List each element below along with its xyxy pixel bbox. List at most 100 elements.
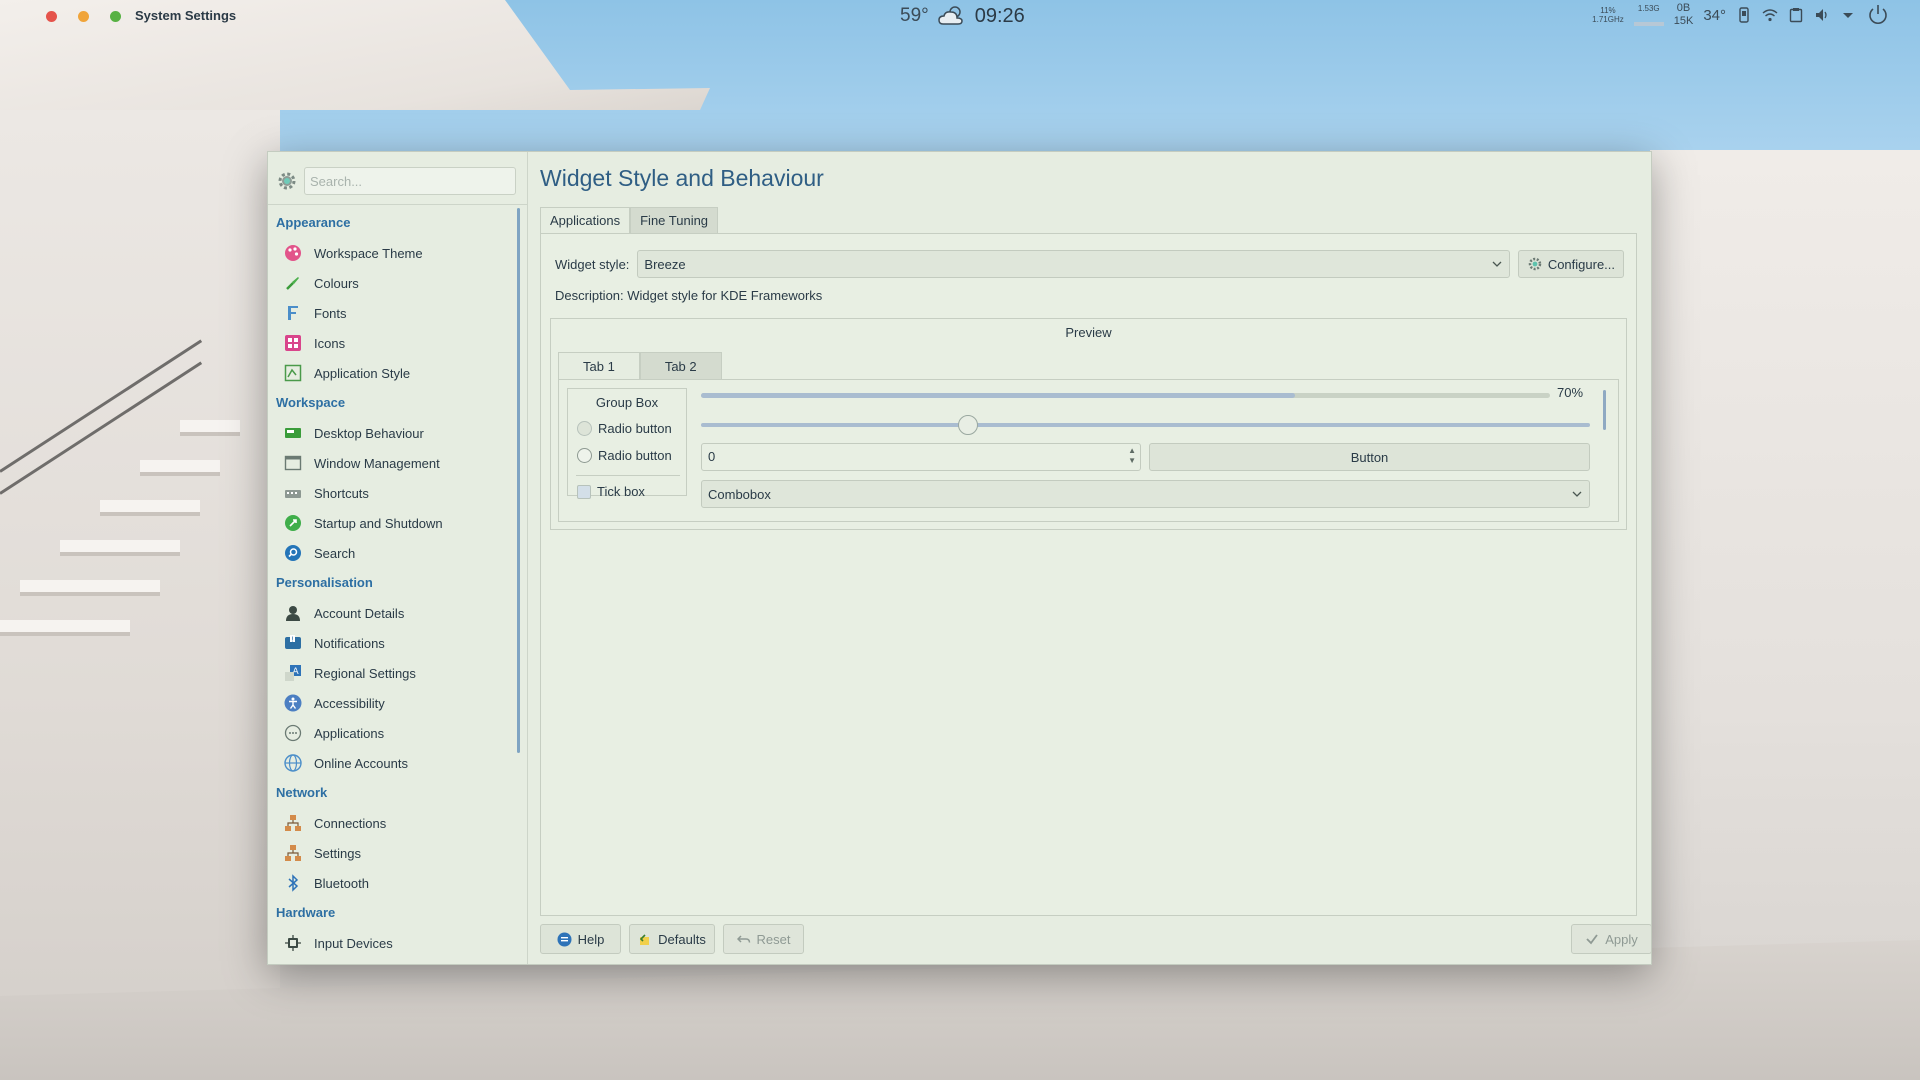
search-icon — [284, 544, 302, 562]
apply-button[interactable]: Apply — [1571, 924, 1652, 954]
configure-button[interactable]: Configure... — [1518, 250, 1625, 278]
sidebar-item-desktop-behaviour[interactable]: Desktop Behaviour — [276, 418, 512, 448]
sidebar-item-settings[interactable]: Settings — [276, 838, 512, 868]
system-settings-window: Appearance Workspace Theme Colours Fonts Ico… — [267, 151, 1652, 965]
sidebar-item-workspace-theme[interactable]: Workspace Theme — [276, 238, 512, 268]
chevron-down-icon[interactable] — [1840, 7, 1856, 23]
wallpaper-step — [0, 620, 130, 632]
sidebar-item-colours[interactable]: Colours — [276, 268, 512, 298]
sidebar-item-online-accounts[interactable]: Online Accounts — [276, 748, 512, 778]
reset-button[interactable]: Reset — [723, 924, 804, 954]
sidebar-item-label: Applications — [314, 725, 385, 741]
sidebar-item-window-management[interactable]: Window Management — [276, 448, 512, 478]
applications-tab-panel: Widget style: Breeze Configure... Descri… — [540, 233, 1637, 916]
sidebar-category-appearance: Appearance — [276, 215, 351, 230]
wallpaper-step — [180, 420, 240, 432]
sidebar-item-accessibility[interactable]: Accessibility — [276, 688, 512, 718]
preview-button-label: Button — [1350, 449, 1389, 465]
sidebar-item-notifications[interactable]: ! Notifications — [276, 628, 512, 658]
tab-bar: Applications Fine Tuning — [540, 207, 719, 233]
sidebar-item-account-details[interactable]: Account Details — [276, 598, 512, 628]
help-button[interactable]: Help — [540, 924, 621, 954]
preview-tab-panel: Group Box Radio button Radio button Tick… — [558, 379, 1619, 522]
sidebar-item-search[interactable]: Search — [276, 538, 512, 568]
sidebar-category-hardware: Hardware — [276, 905, 336, 920]
widget-style-select[interactable]: Breeze — [637, 250, 1511, 278]
configure-label: Configure... — [1547, 256, 1616, 272]
account-icon — [284, 604, 302, 622]
tab-preview-2[interactable]: Tab 2 — [639, 352, 722, 379]
radio-row-2[interactable]: Radio button — [577, 448, 672, 463]
fonts-icon — [284, 304, 302, 322]
radio-row-1[interactable]: Radio button — [577, 421, 672, 436]
wallpaper-step — [20, 580, 160, 592]
preview-tab-bar: Tab 1 Tab 2 — [558, 352, 722, 379]
sidebar: Appearance Workspace Theme Colours Fonts Ico… — [268, 152, 528, 964]
cpu-monitor[interactable]: 11% 1.71GHz — [1592, 6, 1624, 24]
tick-box[interactable] — [577, 484, 591, 499]
gear-icon[interactable] — [276, 170, 298, 192]
sidebar-item-icons[interactable]: Icons — [276, 328, 512, 358]
sidebar-item-label: Fonts — [314, 305, 347, 321]
sidebar-item-label: Online Accounts — [314, 755, 408, 771]
search-input[interactable] — [304, 167, 516, 195]
apply-label: Apply — [1605, 931, 1638, 947]
tab-preview-1[interactable]: Tab 1 — [558, 352, 640, 379]
slider-handle[interactable] — [957, 415, 978, 435]
slider[interactable] — [701, 415, 1590, 435]
sidebar-item-bluetooth[interactable]: Bluetooth — [276, 868, 512, 898]
colours-icon — [284, 274, 302, 292]
sidebar-item-connections[interactable]: Connections — [276, 808, 512, 838]
sidebar-item-applications[interactable]: Applications — [276, 718, 512, 748]
spin-up-icon[interactable]: ▲ — [1128, 446, 1136, 456]
spinbox[interactable]: 0 ▲ ▼ — [701, 443, 1141, 471]
sidebar-item-label: Bluetooth — [314, 875, 369, 891]
tab-fine-tuning[interactable]: Fine Tuning — [630, 207, 719, 233]
memory-text: 1.53G — [1637, 4, 1660, 13]
tab-applications[interactable]: Applications — [540, 207, 631, 233]
dialog-button-bar: Help Defaults Reset Apply — [540, 924, 1652, 956]
clock-weather[interactable]: 59° 09:26 — [900, 4, 1025, 28]
sidebar-item-application-style[interactable]: Application Style — [276, 358, 512, 388]
sidebar-item-regional-settings[interactable]: A Regional Settings — [276, 658, 512, 688]
sidebar-item-fonts[interactable]: Fonts — [276, 298, 512, 328]
app-title: System Settings — [135, 8, 237, 23]
tick-box-row[interactable]: Tick box — [577, 484, 645, 499]
volume-icon[interactable] — [1814, 7, 1830, 23]
widget-style-row: Widget style: Breeze Configure... — [555, 250, 1625, 278]
sidebar-item-label: Icons — [314, 335, 346, 351]
application-style-icon — [284, 364, 302, 382]
help-icon — [557, 932, 572, 946]
minimize-window-dot[interactable] — [78, 11, 89, 22]
network-up-text: 0B — [1676, 2, 1691, 14]
cpu-temperature[interactable]: 34° — [1703, 7, 1726, 24]
radio-button-1[interactable] — [577, 421, 592, 436]
network-monitor[interactable]: 0B 15K — [1674, 2, 1694, 28]
memory-monitor[interactable]: 1.53G — [1633, 4, 1664, 26]
phone-icon[interactable] — [1736, 7, 1752, 23]
tick-box-label: Tick box — [597, 484, 645, 499]
power-icon[interactable] — [1866, 3, 1890, 27]
sidebar-item-startup-and-shutdown[interactable]: Startup and Shutdown — [276, 508, 512, 538]
desktop-behaviour-icon — [284, 424, 302, 442]
wifi-icon[interactable] — [1762, 7, 1778, 23]
wallpaper-step — [100, 500, 200, 512]
clipboard-icon[interactable] — [1788, 7, 1804, 23]
sidebar-item-label: Notifications — [314, 635, 385, 651]
radio-button-2[interactable] — [577, 448, 592, 463]
sidebar-item-shortcuts[interactable]: Shortcuts — [276, 478, 512, 508]
defaults-button[interactable]: Defaults — [629, 924, 715, 954]
preview-button[interactable]: Button — [1149, 443, 1590, 471]
close-window-dot[interactable] — [46, 11, 57, 22]
sidebar-item-label: Accessibility — [314, 695, 385, 711]
spinbox-arrows[interactable]: ▲ ▼ — [1128, 446, 1136, 466]
sidebar-scrollbar[interactable] — [517, 208, 520, 753]
preview-combobox[interactable]: Combobox — [701, 480, 1590, 508]
page-title: Widget Style and Behaviour — [540, 165, 824, 191]
sidebar-item-input-devices[interactable]: Input Devices — [276, 928, 512, 958]
checkmark-icon — [1586, 934, 1598, 945]
preview-frame: Preview Tab 1 Tab 2 Group Box Radio butt… — [550, 318, 1627, 530]
preview-scrollbar[interactable] — [1603, 390, 1606, 430]
maximize-window-dot[interactable] — [110, 11, 121, 22]
spin-down-icon[interactable]: ▼ — [1128, 456, 1136, 466]
